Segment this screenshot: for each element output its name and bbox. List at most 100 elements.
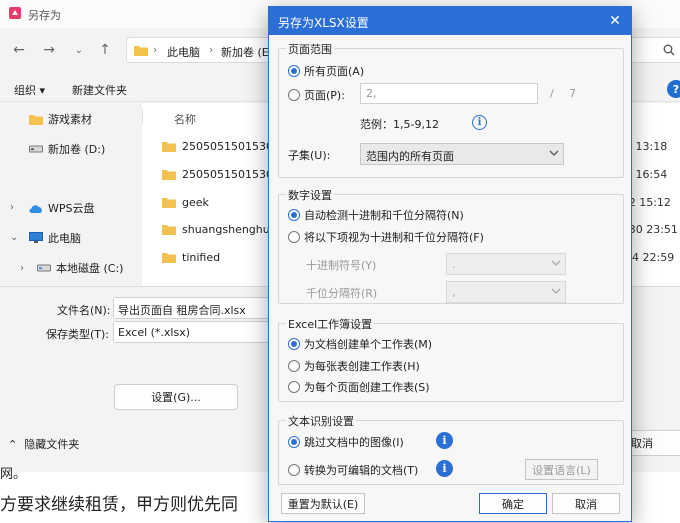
reset-defaults-button[interactable]: 重置为默认(E) bbox=[281, 493, 365, 514]
document-text-line: 方要求继续租赁，甲方则优先同 bbox=[0, 495, 238, 515]
tree-item-this-pc[interactable]: 此电脑 bbox=[28, 227, 81, 249]
subset-label: 子集(U): bbox=[288, 149, 331, 162]
radio-indicator bbox=[288, 209, 300, 221]
number-settings-group: 数字设置 自动检测十进制和千位分隔符(N) 将以下项视为十进制和千位分隔符(F)… bbox=[278, 187, 624, 304]
thousands-separator-value: , bbox=[452, 286, 456, 299]
group-title: 文本识别设置 bbox=[286, 413, 356, 429]
cancel-button[interactable]: 取消 bbox=[552, 493, 620, 514]
hide-folders-toggle[interactable]: ⌃ 隐藏文件夹 bbox=[8, 436, 79, 452]
pages-radio[interactable]: 页面(P): bbox=[288, 87, 345, 103]
chevron-down-icon bbox=[551, 258, 561, 268]
radio-label: 跳过文档中的图像(I) bbox=[304, 436, 404, 449]
page-range-group: 页面范围 所有页面(A) 页面(P): 2, / 7 范例：1,5-9,12 i… bbox=[278, 41, 624, 178]
tree-item-drive-c[interactable]: 本地磁盘 (C:) bbox=[36, 257, 123, 279]
radio-label: 自动检测十进制和千位分隔符(N) bbox=[304, 209, 464, 222]
all-pages-radio[interactable]: 所有页面(A) bbox=[288, 63, 364, 79]
sheet-per-table-radio[interactable]: 为每张表创建工作表(H) bbox=[288, 358, 420, 374]
drive-icon bbox=[36, 261, 52, 275]
file-name: geek bbox=[182, 196, 209, 209]
radio-indicator bbox=[288, 231, 300, 243]
breadcrumb-volume[interactable]: 新加卷 (E: bbox=[221, 44, 272, 60]
thousands-separator-select[interactable]: , bbox=[446, 281, 566, 303]
chevron-down-icon[interactable]: ⌄ bbox=[10, 232, 18, 243]
radio-label: 为文档创建单个工作表(M) bbox=[304, 338, 433, 351]
ocr-settings-group: 文本识别设置 跳过文档中的图像(I) i 转换为可编辑的文档(T) i 设置语言… bbox=[278, 413, 624, 485]
thousands-separator-label: 千位分隔符(R) bbox=[306, 287, 378, 300]
dialog-title: 另存为XLSX设置 bbox=[269, 7, 631, 35]
set-language-button[interactable]: 设置语言(L) bbox=[525, 459, 598, 480]
folder-icon bbox=[134, 44, 148, 56]
breadcrumb-this-pc[interactable]: 此电脑 bbox=[167, 44, 200, 60]
search-icon[interactable] bbox=[660, 41, 678, 59]
workbook-settings-group: Excel工作簿设置 为文档创建单个工作表(M) 为每张表创建工作表(H) 为每… bbox=[278, 316, 624, 402]
radio-indicator bbox=[288, 360, 300, 372]
drive-icon bbox=[28, 142, 44, 156]
filename-label: 文件名(N): bbox=[57, 304, 111, 317]
page-range-example: 范例：1,5-9,12 bbox=[360, 118, 439, 131]
folder-icon bbox=[162, 251, 176, 263]
chevron-up-icon: ⌃ bbox=[8, 438, 18, 451]
info-icon[interactable]: i bbox=[436, 432, 453, 449]
up-arrow-icon[interactable]: ↑ bbox=[96, 41, 114, 59]
tree-item-drive-d[interactable]: 新加卷 (D:) bbox=[28, 138, 105, 160]
folder-icon bbox=[28, 112, 44, 126]
tree-item-wps-cloud[interactable]: WPS云盘 bbox=[28, 197, 95, 219]
close-icon[interactable]: ✕ bbox=[606, 12, 624, 30]
radio-indicator bbox=[288, 464, 300, 476]
tree-item-label: 此电脑 bbox=[48, 232, 81, 245]
auto-detect-radio[interactable]: 自动检测十进制和千位分隔符(N) bbox=[288, 207, 464, 223]
back-arrow-icon[interactable]: ← bbox=[10, 41, 28, 59]
decimal-symbol-value: . bbox=[452, 258, 456, 271]
tree-item-label: 游戏素材 bbox=[48, 113, 92, 126]
info-icon[interactable]: i bbox=[436, 460, 453, 477]
filename-input[interactable]: 导出页面自 租房合同.xlsx bbox=[113, 297, 273, 319]
decimal-symbol-select[interactable]: . bbox=[446, 253, 566, 275]
info-icon[interactable]: i bbox=[472, 115, 487, 130]
column-header-name[interactable]: 名称 bbox=[174, 111, 196, 127]
group-title: 数字设置 bbox=[286, 187, 334, 203]
folder-icon bbox=[162, 223, 176, 235]
app-icon bbox=[8, 6, 22, 20]
convert-editable-radio[interactable]: 转换为可编辑的文档(T) bbox=[288, 462, 418, 478]
filetype-select[interactable]: Excel (*.xlsx) bbox=[113, 321, 273, 343]
radio-indicator bbox=[288, 436, 300, 448]
folder-icon bbox=[162, 196, 176, 208]
file-name: 2505051501530 bbox=[182, 168, 273, 181]
skip-images-radio[interactable]: 跳过文档中的图像(I) bbox=[288, 434, 404, 450]
subset-select[interactable]: 范围内的所有页面 bbox=[360, 143, 564, 165]
sheet-per-page-radio[interactable]: 为每个页面创建工作表(S) bbox=[288, 379, 430, 395]
pages-input[interactable]: 2, bbox=[360, 83, 538, 104]
file-date: /30 23:51 bbox=[625, 223, 678, 236]
tree-item-label: WPS云盘 bbox=[48, 202, 95, 215]
chevron-right-icon[interactable]: › bbox=[10, 202, 14, 213]
folder-icon bbox=[162, 168, 176, 180]
breadcrumb-separator-icon: › bbox=[153, 43, 158, 56]
radio-label: 页面(P): bbox=[304, 89, 345, 102]
radio-indicator bbox=[288, 65, 300, 77]
treat-as-radio[interactable]: 将以下项视为十进制和千位分隔符(F) bbox=[288, 229, 484, 245]
folder-icon bbox=[162, 140, 176, 152]
organize-menu[interactable]: 组织 ▾ bbox=[14, 82, 45, 98]
filetype-label: 保存类型(T): bbox=[46, 328, 110, 341]
single-sheet-radio[interactable]: 为文档创建单个工作表(M) bbox=[288, 336, 432, 352]
forward-arrow-icon[interactable]: → bbox=[40, 41, 58, 59]
chevron-right-icon[interactable]: › bbox=[20, 263, 24, 274]
navigation-pane: 游戏素材 新加卷 (D:) › WPS云盘 ⌄ 此电脑 › 本地磁盘 (C:) bbox=[0, 103, 140, 368]
decimal-symbol-label: 十进制符号(Y) bbox=[306, 259, 377, 272]
file-name: tinified bbox=[182, 251, 221, 264]
help-icon[interactable]: ? bbox=[667, 80, 680, 98]
column-divider bbox=[142, 109, 143, 125]
settings-button[interactable]: 设置(G)... bbox=[114, 384, 238, 410]
group-title: Excel工作簿设置 bbox=[286, 316, 375, 332]
ok-button[interactable]: 确定 bbox=[479, 493, 547, 514]
radio-label: 为每个页面创建工作表(S) bbox=[304, 381, 430, 394]
xlsx-settings-dialog: 另存为XLSX设置 ✕ 页面范围 所有页面(A) 页面(P): 2, / 7 范… bbox=[268, 6, 632, 522]
chevron-down-icon[interactable]: ⌄ bbox=[70, 41, 88, 59]
chevron-down-icon bbox=[549, 148, 559, 158]
window-title: 另存为 bbox=[28, 9, 61, 22]
page-slash: / bbox=[550, 87, 554, 100]
file-name: shuangshenghua bbox=[182, 223, 277, 236]
radio-label: 转换为可编辑的文档(T) bbox=[304, 464, 419, 477]
new-folder-button[interactable]: 新建文件夹 bbox=[72, 82, 127, 98]
tree-item-game-assets[interactable]: 游戏素材 bbox=[28, 108, 92, 130]
